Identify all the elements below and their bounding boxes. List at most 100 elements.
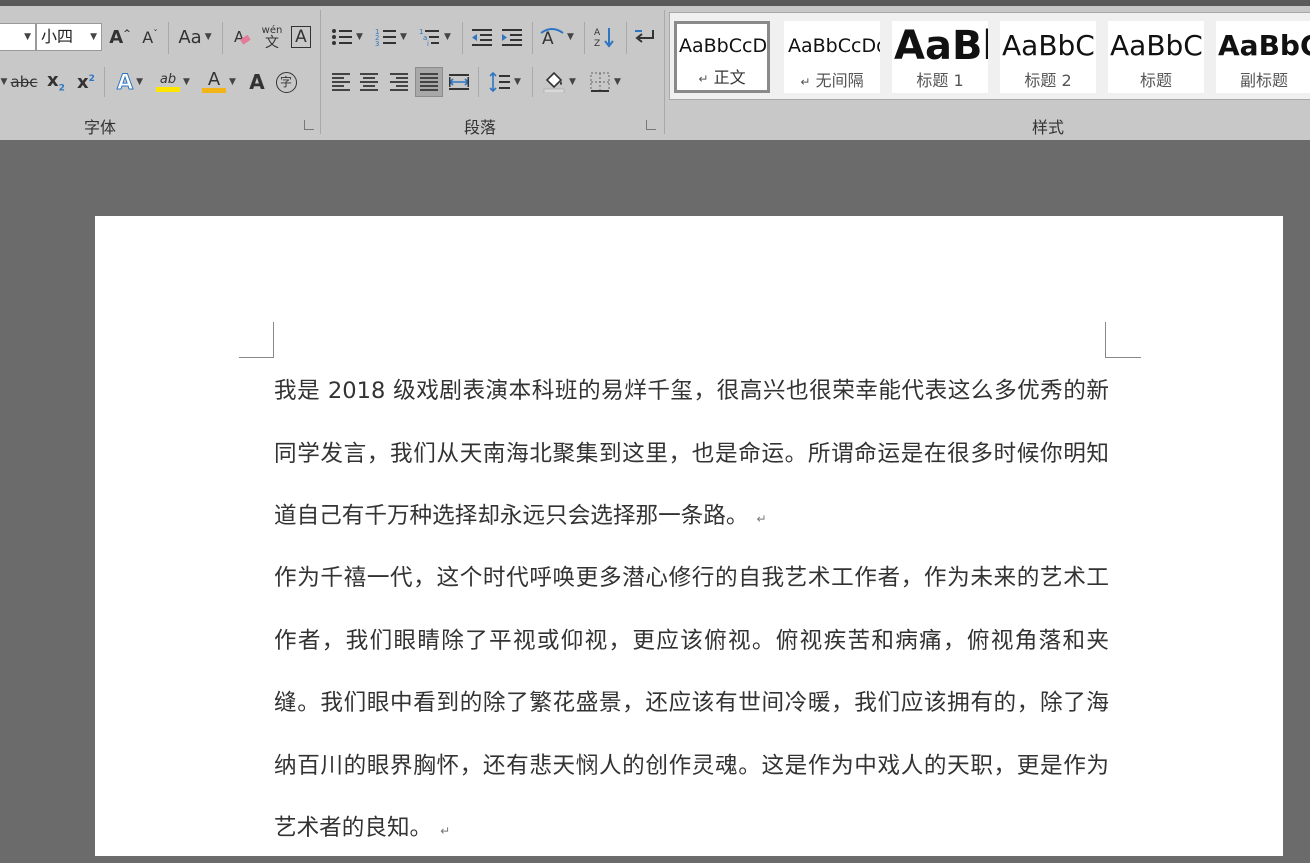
- phonetic-guide-button[interactable]: wén 文: [258, 22, 286, 52]
- crop-mark-top-left: [239, 322, 274, 358]
- style-name: 标题 1: [892, 67, 988, 91]
- increase-indent-button[interactable]: [498, 22, 526, 52]
- align-left-button[interactable]: [328, 67, 354, 97]
- numbering-icon: 1 2 3: [375, 27, 397, 47]
- paragraph-mark: ↵: [440, 824, 450, 838]
- divider: [462, 22, 463, 54]
- sort-icon: A Z: [594, 26, 616, 48]
- character-border-button[interactable]: A: [288, 22, 314, 52]
- chevron-down-icon: ▼: [183, 77, 190, 87]
- crop-mark-top-right: [1105, 322, 1141, 358]
- chevron-down-icon: ▼: [400, 32, 407, 42]
- chevron-down-icon: ▼: [356, 32, 363, 42]
- paragraph-marks-icon: [633, 27, 655, 47]
- increase-indent-icon: [501, 27, 523, 47]
- clear-formatting-button[interactable]: A: [228, 22, 256, 52]
- divider: [626, 22, 627, 54]
- shrink-font-icon: Aˇ: [142, 28, 157, 47]
- text-effects-button[interactable]: A▼: [110, 67, 150, 97]
- group-divider: [320, 10, 321, 134]
- style-sample-text: AaBbCcDd: [679, 35, 770, 57]
- style-name: 标题: [1108, 67, 1204, 91]
- paragraph-group-label: 段落: [440, 114, 520, 138]
- style-tile-normal[interactable]: AaBbCcDd ↵ 正文: [674, 21, 770, 93]
- chevron-down-icon: ▼: [569, 77, 576, 87]
- sort-button[interactable]: A Z: [590, 22, 620, 52]
- font-dialog-launcher[interactable]: [304, 120, 314, 130]
- change-case-button[interactable]: Aa▼: [174, 22, 216, 52]
- chevron-down-icon: ▼: [24, 24, 31, 50]
- grow-font-button[interactable]: A^: [106, 22, 134, 52]
- font-dropdown-fragment[interactable]: ▼: [0, 67, 8, 97]
- align-center-button[interactable]: [356, 67, 382, 97]
- style-name: ↵ 无间隔: [784, 67, 880, 91]
- justify-button[interactable]: [415, 67, 443, 97]
- style-tile-heading-2[interactable]: AaBbC 标题 2: [1000, 21, 1096, 93]
- show-hide-marks-button[interactable]: [630, 22, 658, 52]
- borders-button[interactable]: ▼: [584, 67, 626, 97]
- style-tile-heading-1[interactable]: AaBb 标题 1: [892, 21, 988, 93]
- distributed-icon: [448, 72, 470, 92]
- bullets-button[interactable]: ▼: [326, 22, 368, 52]
- document-paragraph-1[interactable]: 我是 2018 级戏剧表演本科班的易烊千玺，很高兴也很荣幸能代表这么多优秀的新同…: [274, 360, 1109, 551]
- decrease-indent-button[interactable]: [468, 22, 496, 52]
- strikethrough-button[interactable]: abc: [8, 67, 40, 97]
- enclose-characters-button[interactable]: 字: [272, 67, 300, 97]
- strikethrough-icon: abc: [11, 73, 38, 91]
- highlight-button[interactable]: ab ▼: [152, 67, 194, 97]
- svg-text:i: i: [427, 40, 429, 47]
- title-bar-strip: [0, 0, 1310, 6]
- eraser-icon: A: [232, 27, 252, 47]
- font-group-label: 字体: [60, 114, 140, 138]
- document-paragraph-2[interactable]: 作为千禧一代，这个时代呼唤更多潜心修行的自我艺术工作者，作为未来的艺术工作者，我…: [274, 547, 1109, 863]
- align-right-button[interactable]: [386, 67, 412, 97]
- highlighter-icon: ab: [156, 73, 180, 92]
- paint-bucket-icon: [542, 71, 566, 93]
- font-size-combo[interactable]: 小四 ▼: [36, 23, 102, 51]
- style-sample-text: AaBbC: [1110, 29, 1203, 62]
- style-tile-title[interactable]: AaBbC 标题: [1108, 21, 1204, 93]
- shrink-font-button[interactable]: Aˇ: [136, 22, 164, 52]
- font-name-combo[interactable]: ▼: [0, 23, 36, 51]
- numbering-button[interactable]: 1 2 3 ▼: [370, 22, 412, 52]
- character-shading-button[interactable]: A: [244, 67, 270, 97]
- phonetic-guide-icon-bottom: 文: [265, 37, 279, 49]
- decrease-indent-icon: [471, 27, 493, 47]
- svg-text:3: 3: [375, 40, 379, 47]
- line-spacing-icon: [489, 71, 511, 93]
- subscript-icon: x2: [47, 70, 65, 94]
- align-left-icon: [332, 71, 350, 93]
- style-tile-subtitle[interactable]: AaBbC 副标题: [1216, 21, 1310, 93]
- chevron-down-icon: ▼: [229, 77, 236, 87]
- chinese-layout-icon: A: [540, 27, 564, 47]
- multilevel-list-icon: 1 a i: [419, 27, 441, 47]
- font-size-value: 小四: [41, 27, 73, 46]
- line-spacing-button[interactable]: ▼: [484, 67, 526, 97]
- paragraph-mark: ↵: [756, 512, 766, 526]
- divider: [222, 22, 223, 54]
- chevron-down-icon: ▼: [136, 77, 143, 87]
- justify-icon: [420, 71, 438, 93]
- character-shading-icon: A: [249, 70, 264, 94]
- divider: [532, 22, 533, 54]
- chevron-down-icon: ▼: [567, 32, 574, 42]
- style-tile-no-spacing[interactable]: AaBbCcDd ↵ 无间隔: [784, 21, 880, 93]
- paragraph-text: 作为千禧一代，这个时代呼唤更多潜心修行的自我艺术工作者，作为未来的艺术工作者，我…: [274, 565, 1109, 841]
- paragraph-dialog-launcher[interactable]: [646, 120, 656, 130]
- font-color-button[interactable]: A ▼: [198, 67, 240, 97]
- svg-text:Z: Z: [594, 39, 600, 48]
- superscript-button[interactable]: x2: [72, 67, 100, 97]
- chinese-layout-button[interactable]: A ▼: [536, 22, 578, 52]
- group-divider: [664, 10, 665, 134]
- shading-button[interactable]: ▼: [538, 67, 580, 97]
- character-border-icon: A: [291, 26, 311, 48]
- divider: [478, 67, 479, 97]
- chevron-down-icon: ▼: [1, 77, 8, 87]
- chevron-down-icon: ▼: [90, 24, 97, 50]
- distributed-button[interactable]: [446, 67, 472, 97]
- style-name: ↵ 正文: [677, 64, 767, 88]
- style-name: 副标题: [1216, 67, 1310, 91]
- svg-text:A: A: [594, 28, 601, 38]
- multilevel-list-button[interactable]: 1 a i ▼: [414, 22, 456, 52]
- subscript-button[interactable]: x2: [42, 67, 70, 97]
